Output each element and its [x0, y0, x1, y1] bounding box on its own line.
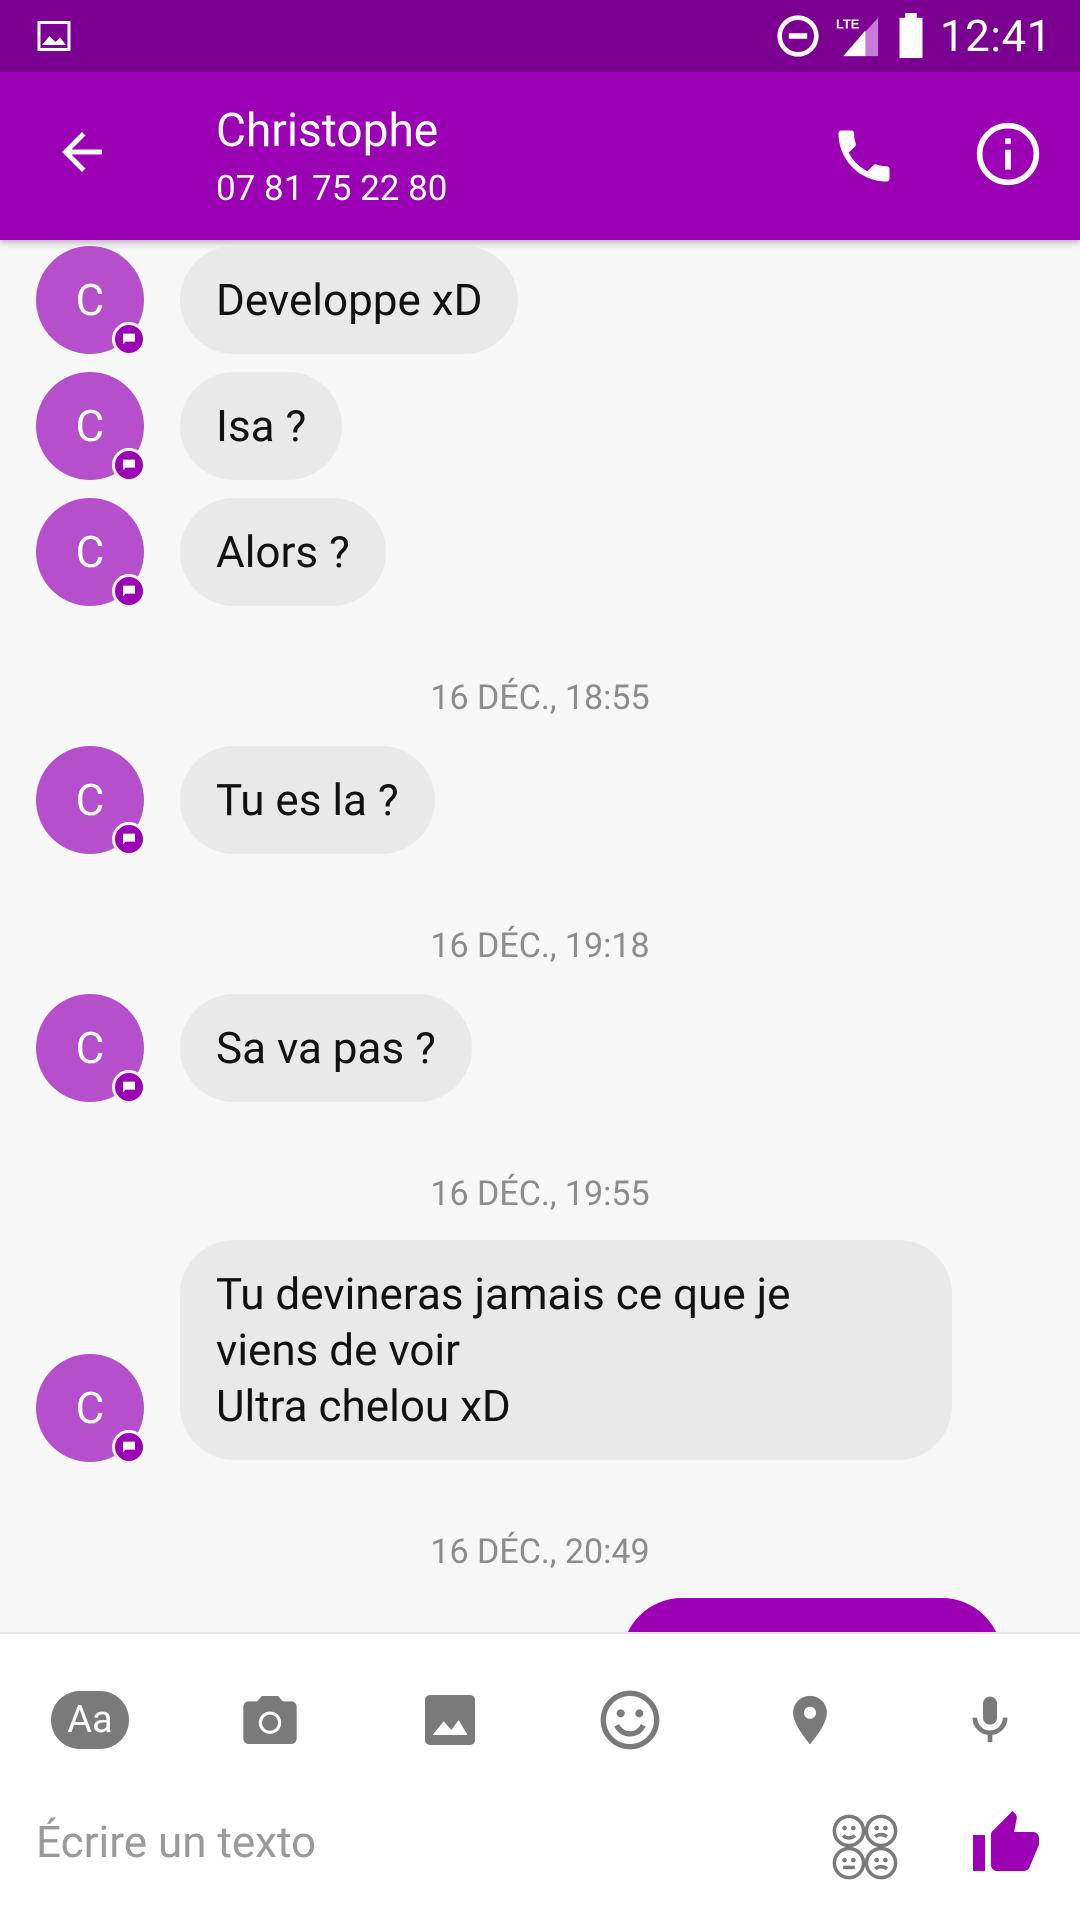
contact-avatar[interactable]: C — [36, 746, 146, 856]
message-bubble[interactable]: Isa ? — [180, 372, 343, 480]
camera-icon — [243, 1696, 297, 1744]
gallery-button[interactable] — [405, 1670, 495, 1770]
contact-name[interactable]: Christophe — [216, 104, 438, 158]
microphone-icon — [972, 1696, 1008, 1743]
svg-text:LTE: LTE — [836, 17, 860, 32]
composer-toolbar: Aa — [0, 1670, 1080, 1770]
back-arrow-icon[interactable] — [52, 122, 112, 182]
date-separator: 16 DÉC., 19:55 — [430, 1174, 650, 1214]
text-format-button[interactable]: Aa — [45, 1670, 135, 1770]
camera-button[interactable] — [225, 1670, 315, 1770]
message-composer: Aa — [0, 1632, 1080, 1922]
sms-badge-icon — [112, 1430, 146, 1464]
emoji-button[interactable] — [585, 1670, 675, 1770]
contact-avatar[interactable]: C — [36, 372, 146, 482]
sms-badge-icon — [112, 448, 146, 482]
sms-badge-icon — [112, 574, 146, 608]
message-bubble[interactable]: Tu es la ? — [180, 746, 435, 854]
microphone-button[interactable] — [945, 1670, 1035, 1770]
message-bubble[interactable]: Developpe xD — [180, 246, 519, 354]
sms-badge-icon — [112, 1070, 146, 1104]
avatar-initial: C — [75, 1382, 105, 1434]
contact-avatar[interactable]: C — [36, 246, 146, 356]
do-not-disturb-icon — [777, 15, 819, 57]
avatar-initial: C — [75, 526, 105, 578]
date-separator: 16 DÉC., 18:55 — [430, 678, 650, 718]
message-input[interactable] — [36, 1812, 796, 1872]
contact-avatar[interactable]: C — [36, 1354, 146, 1464]
conversation-header: Christophe 07 81 75 22 80 — [0, 72, 1080, 240]
battery-icon — [899, 13, 923, 59]
outgoing-message-bubble[interactable] — [622, 1598, 1002, 1632]
message-bubble[interactable]: Sa va pas ? — [180, 994, 472, 1102]
message-list[interactable]: C Developpe xD C Isa ? C Alors ? 16 DÉC.… — [0, 240, 1080, 1632]
emoji-icon — [600, 1690, 660, 1750]
text-format-icon: Aa — [51, 1691, 129, 1749]
avatar-initial: C — [75, 400, 105, 452]
info-icon[interactable] — [974, 120, 1042, 188]
avatar-initial: C — [75, 274, 105, 326]
gallery-icon — [425, 1695, 475, 1745]
sms-badge-icon — [112, 822, 146, 856]
message-bubble[interactable]: Alors ? — [180, 498, 386, 606]
location-icon — [793, 1695, 827, 1745]
contact-avatar[interactable]: C — [36, 994, 146, 1104]
clock: 12:41 — [939, 10, 1052, 62]
location-button[interactable] — [765, 1670, 855, 1770]
lte-signal-icon: LTE — [836, 17, 879, 57]
avatar-initial: C — [75, 774, 105, 826]
date-separator: 16 DÉC., 19:18 — [430, 926, 650, 966]
contact-avatar[interactable]: C — [36, 498, 146, 608]
thumbs-up-icon[interactable] — [970, 1808, 1042, 1880]
contact-phone: 07 81 75 22 80 — [216, 168, 448, 209]
date-separator: 16 DÉC., 20:49 — [430, 1532, 650, 1572]
avatar-initial: C — [75, 1022, 105, 1074]
sms-badge-icon — [112, 322, 146, 356]
phone-call-icon[interactable] — [830, 122, 898, 190]
status-bar: LTE 12:41 — [0, 0, 1080, 72]
gallery-notification-icon — [37, 21, 71, 51]
stickers-icon[interactable] — [830, 1812, 900, 1882]
message-bubble[interactable]: Tu devineras jamais ce que je viens de v… — [180, 1240, 952, 1460]
